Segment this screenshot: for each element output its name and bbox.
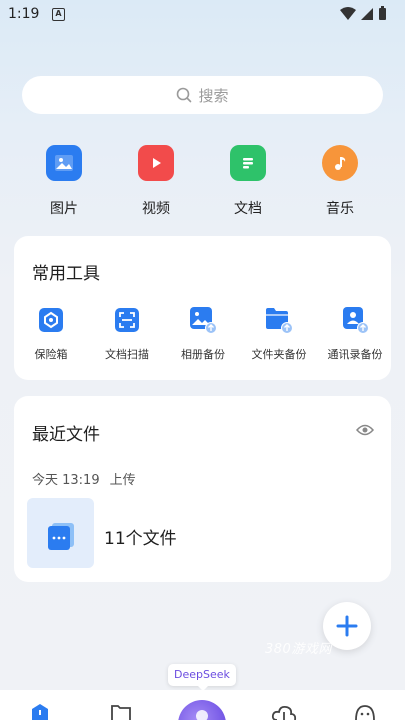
tool-folder-backup[interactable]: 文件夹备份 bbox=[241, 306, 317, 362]
nav-cloud[interactable] bbox=[271, 704, 297, 720]
tool-label-folder-backup: 文件夹备份 bbox=[251, 348, 307, 361]
album-backup-icon bbox=[189, 306, 217, 334]
scan-icon bbox=[113, 306, 141, 334]
eye-icon[interactable] bbox=[355, 422, 375, 441]
tools-title: 常用工具 bbox=[32, 264, 100, 284]
recent-title: 最近文件 bbox=[32, 425, 100, 445]
quick-label-videos: 视频 bbox=[142, 201, 170, 217]
status-bar: 1:19 A bbox=[0, 0, 405, 30]
contacts-backup-icon bbox=[341, 306, 369, 334]
quick-label-images: 图片 bbox=[50, 201, 78, 217]
folder-icon bbox=[111, 705, 131, 720]
status-icons bbox=[339, 6, 389, 26]
file-count[interactable]: 11个文件 bbox=[104, 524, 177, 549]
search-icon bbox=[177, 87, 192, 103]
watermark: 380游戏网 bbox=[265, 642, 332, 657]
plus-icon bbox=[336, 615, 358, 637]
music-icon bbox=[322, 145, 358, 181]
search-input[interactable]: 搜索 bbox=[22, 76, 383, 114]
bottom-nav bbox=[0, 690, 405, 720]
document-icon bbox=[230, 145, 266, 181]
recent-time: 今天 13:19 bbox=[32, 473, 100, 488]
tool-label-album-backup: 相册备份 bbox=[181, 348, 225, 361]
tool-album-backup[interactable]: 相册备份 bbox=[165, 306, 241, 362]
tool-label-safe: 保险箱 bbox=[34, 348, 68, 361]
quick-item-videos[interactable]: 视频 bbox=[121, 142, 191, 218]
signal-icon bbox=[361, 8, 373, 20]
tool-contacts-backup[interactable]: 通讯录备份 bbox=[317, 306, 393, 362]
tool-label-contacts-backup: 通讯录备份 bbox=[327, 348, 383, 361]
battery-icon bbox=[379, 6, 386, 20]
folder-backup-icon bbox=[265, 306, 293, 334]
tool-label-scan: 文档扫描 bbox=[105, 348, 149, 361]
safe-icon bbox=[37, 306, 65, 334]
nav-profile[interactable] bbox=[354, 704, 376, 720]
recent-action: 上传 bbox=[109, 473, 136, 488]
home-icon bbox=[32, 704, 48, 720]
deepseek-icon bbox=[196, 710, 208, 720]
file-stack-icon bbox=[48, 523, 74, 550]
image-icon bbox=[46, 145, 82, 181]
quick-item-documents[interactable]: 文档 bbox=[213, 142, 283, 218]
search-placeholder: 搜索 bbox=[198, 86, 229, 105]
tool-scan[interactable]: 文档扫描 bbox=[89, 306, 165, 362]
quick-access-row: 图片 视频 文档 音乐 bbox=[0, 142, 405, 222]
file-group-thumbnail[interactable] bbox=[27, 498, 94, 568]
tool-safe[interactable]: 保险箱 bbox=[13, 306, 89, 362]
nav-deepseek[interactable] bbox=[178, 700, 226, 720]
nav-home[interactable] bbox=[30, 704, 50, 720]
quick-item-music[interactable]: 音乐 bbox=[305, 142, 375, 218]
recent-files-card: 最近文件 今天 13:19 上传 11个文件 bbox=[14, 396, 391, 582]
status-time: 1:19 bbox=[8, 6, 40, 22]
quick-label-documents: 文档 bbox=[234, 201, 262, 217]
tools-card: 常用工具 保险箱 文档扫描 相册备份 文件夹备份 通讯录备份 bbox=[14, 236, 391, 380]
wifi-icon bbox=[340, 7, 356, 20]
deepseek-tooltip[interactable]: DeepSeek bbox=[168, 664, 236, 691]
nav-files[interactable] bbox=[110, 704, 132, 720]
notification-a-icon: A bbox=[52, 8, 65, 21]
recent-meta: 今天 13:19 上传 bbox=[32, 469, 136, 488]
cloud-icon bbox=[271, 705, 297, 720]
quick-item-images[interactable]: 图片 bbox=[29, 142, 99, 218]
profile-icon bbox=[355, 705, 375, 720]
quick-label-music: 音乐 bbox=[326, 201, 354, 217]
video-icon bbox=[138, 145, 174, 181]
